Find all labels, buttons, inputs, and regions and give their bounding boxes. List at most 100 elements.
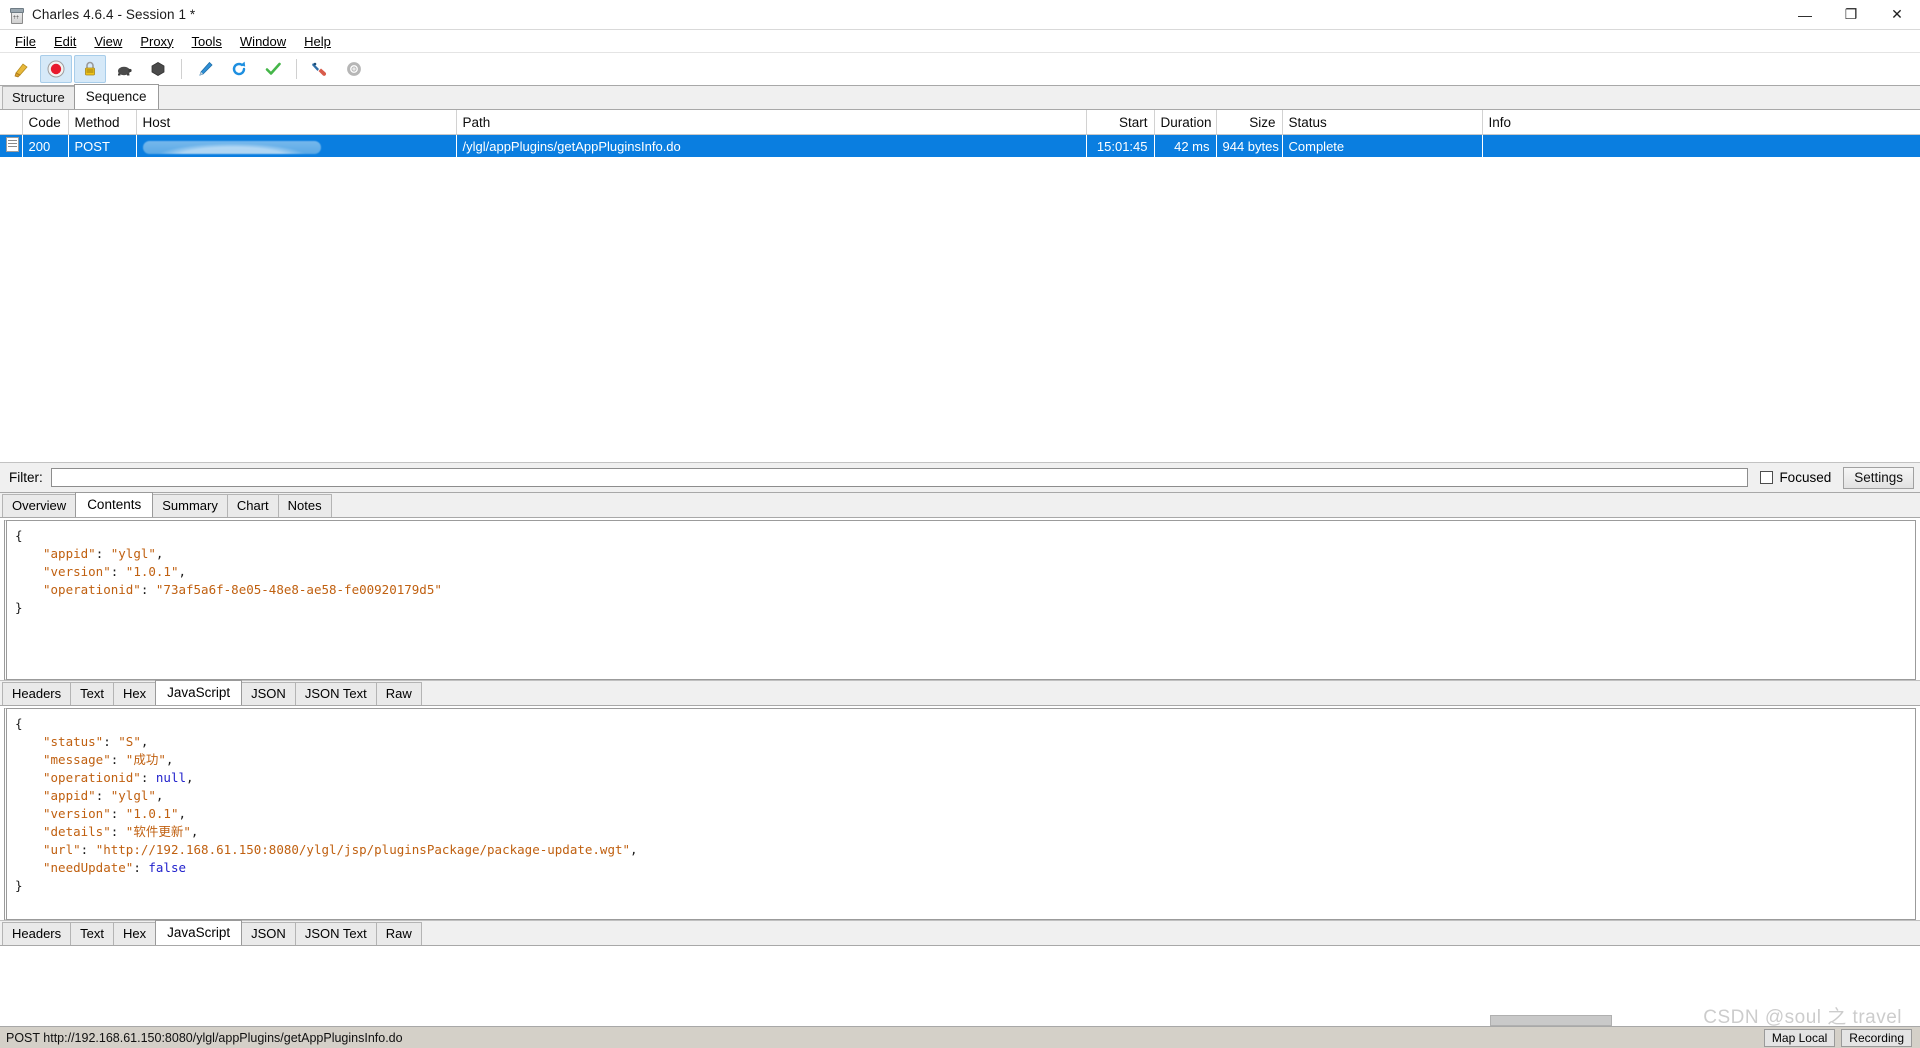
- toolbar-separator-2: [296, 59, 297, 79]
- column-header-path[interactable]: Path: [456, 110, 1087, 135]
- response-json-token: "version": [43, 806, 111, 821]
- request-json-token: "73af5a6f-8e05-48e8-ae58-fe00920179d5": [155, 582, 442, 597]
- column-header-method[interactable]: Method: [68, 110, 137, 135]
- tools-button[interactable]: [304, 55, 336, 83]
- request-tab-raw[interactable]: Raw: [375, 682, 422, 705]
- request-tab-headers[interactable]: Headers: [2, 682, 72, 705]
- request-tab-javascript[interactable]: JavaScript: [155, 680, 243, 705]
- menu-window-label: Window: [239, 33, 287, 49]
- request-json-token: :: [140, 582, 156, 597]
- record-button[interactable]: [40, 55, 72, 83]
- column-header-status[interactable]: Status: [1282, 110, 1483, 135]
- menu-tools-label: Tools: [191, 33, 222, 49]
- maximize-icon[interactable]: ❐: [1828, 0, 1874, 29]
- tab-overview[interactable]: Overview: [2, 494, 77, 517]
- throttle-turtle-icon: [118, 66, 132, 76]
- settings-filter-button[interactable]: Settings: [1843, 466, 1914, 489]
- response-tab-headers[interactable]: Headers: [2, 922, 72, 945]
- response-body-viewer[interactable]: {"status": "S", "message": "成功", "operatio…: [4, 708, 1916, 920]
- table-header-row: Code Method Host Path Start Duration Size Statu…: [0, 110, 1920, 135]
- response-json-line: "url": "http://192.168.61.150:8080/ylgl/…: [15, 841, 1915, 859]
- focused-checkbox-group[interactable]: Focused: [1760, 470, 1831, 485]
- close-icon[interactable]: ✕: [1874, 0, 1920, 29]
- throttle-button[interactable]: [108, 55, 140, 83]
- breakpoints-button[interactable]: [142, 55, 174, 83]
- status-bar-right: Map Local Recording: [1763, 1028, 1920, 1047]
- ssl-proxying-button[interactable]: [74, 55, 106, 83]
- clear-session-button[interactable]: [6, 55, 38, 83]
- request-json-line: }: [15, 599, 1915, 617]
- menu-view[interactable]: View: [85, 32, 131, 51]
- status-bar: POST http://192.168.61.150:8080/ylgl/app…: [0, 1026, 1920, 1048]
- request-tab-text[interactable]: Text: [70, 682, 114, 705]
- response-json-token: :: [133, 860, 149, 875]
- column-header-code[interactable]: Code: [22, 110, 69, 135]
- request-json-token: {: [15, 528, 23, 543]
- tab-structure[interactable]: Structure: [2, 86, 75, 109]
- request-tab-json-text[interactable]: JSON Text: [294, 682, 377, 705]
- request-json-line: "operationid": "73af5a6f-8e05-48e8-ae58-…: [15, 581, 1915, 599]
- menu-help[interactable]: Help: [295, 32, 340, 51]
- filter-input[interactable]: [50, 468, 1749, 487]
- menu-view-label: View: [94, 33, 123, 49]
- column-header-info[interactable]: Info: [1482, 110, 1920, 135]
- response-tab-raw[interactable]: Raw: [375, 922, 422, 945]
- request-json-line: "appid": "ylgl",: [15, 545, 1915, 563]
- response-tab-javascript[interactable]: JavaScript: [155, 920, 243, 945]
- menu-tools[interactable]: Tools: [183, 32, 231, 51]
- compose-button[interactable]: [189, 55, 221, 83]
- tab-sequence[interactable]: Sequence: [73, 84, 159, 109]
- focused-checkbox[interactable]: [1760, 471, 1774, 484]
- request-tab-hex[interactable]: Hex: [112, 682, 157, 705]
- request-json-token: :: [95, 546, 111, 561]
- column-header-icon[interactable]: [0, 110, 23, 135]
- table-row[interactable]: 200 POST/ylgl/appPlugins/getAppPluginsInf…: [0, 134, 1920, 157]
- settings-gear-icon: [347, 62, 361, 76]
- map-local-indicator[interactable]: Map Local: [1763, 1028, 1836, 1047]
- menu-proxy[interactable]: Proxy: [131, 32, 182, 51]
- menu-window[interactable]: Window: [231, 32, 295, 51]
- menu-file[interactable]: File: [6, 32, 45, 51]
- menu-edit-label: Edit: [53, 33, 77, 49]
- response-json-token: ,: [630, 842, 638, 857]
- ssl-proxying-icon: [85, 61, 95, 76]
- response-tab-json-text[interactable]: JSON Text: [294, 922, 377, 945]
- repeat-button[interactable]: [223, 55, 255, 83]
- viewer-tabs: Overview Contents Summary Chart Notes: [0, 492, 1920, 518]
- tab-notes[interactable]: Notes: [277, 494, 332, 517]
- filter-label: Filter:: [9, 470, 43, 485]
- request-json-token: "version": [43, 564, 111, 579]
- response-tab-text[interactable]: Text: [70, 922, 114, 945]
- response-json-token: ,: [140, 734, 149, 749]
- clear-session-icon: [14, 63, 28, 78]
- minimize-icon[interactable]: —: [1782, 0, 1828, 29]
- horizontal-scrollbar[interactable]: [1490, 1015, 1612, 1026]
- response-json-token: :: [80, 842, 96, 857]
- response-tab-json[interactable]: JSON: [241, 922, 296, 945]
- menu-edit[interactable]: Edit: [45, 32, 85, 51]
- request-json-line: {: [15, 527, 1915, 545]
- response-json-token: "status": [43, 734, 104, 749]
- response-tab-hex[interactable]: Hex: [112, 922, 157, 945]
- request-list-panel[interactable]: Code Method Host Path Start Duration Size Statu…: [0, 110, 1920, 463]
- response-json-token: "1.0.1": [125, 806, 179, 821]
- recording-indicator[interactable]: Recording: [1841, 1028, 1912, 1047]
- window-title: Charles 4.6.4 - Session 1 *: [32, 7, 196, 22]
- settings-button[interactable]: [338, 55, 370, 83]
- request-body-viewer[interactable]: { "appid": "ylgl", "version": "1.0.1", "ope…: [4, 520, 1916, 680]
- tab-summary[interactable]: Summary: [152, 494, 228, 517]
- tab-chart[interactable]: Chart: [226, 494, 279, 517]
- column-header-size[interactable]: Size: [1216, 110, 1283, 135]
- cell-start: 15:01:45: [1086, 134, 1155, 157]
- column-header-host[interactable]: Host: [136, 110, 457, 135]
- request-json-token: "1.0.1": [125, 564, 179, 579]
- response-json-token: }: [15, 878, 23, 893]
- validate-check-icon: [265, 62, 281, 75]
- tab-contents[interactable]: Contents: [75, 492, 154, 517]
- validate-button[interactable]: [257, 55, 289, 83]
- request-json-token: ,: [155, 546, 164, 561]
- column-header-start[interactable]: Start: [1086, 110, 1155, 135]
- request-tab-json[interactable]: JSON: [241, 682, 296, 705]
- response-json-line: "message": "成功",: [15, 751, 1915, 769]
- column-header-duration[interactable]: Duration: [1154, 110, 1217, 135]
